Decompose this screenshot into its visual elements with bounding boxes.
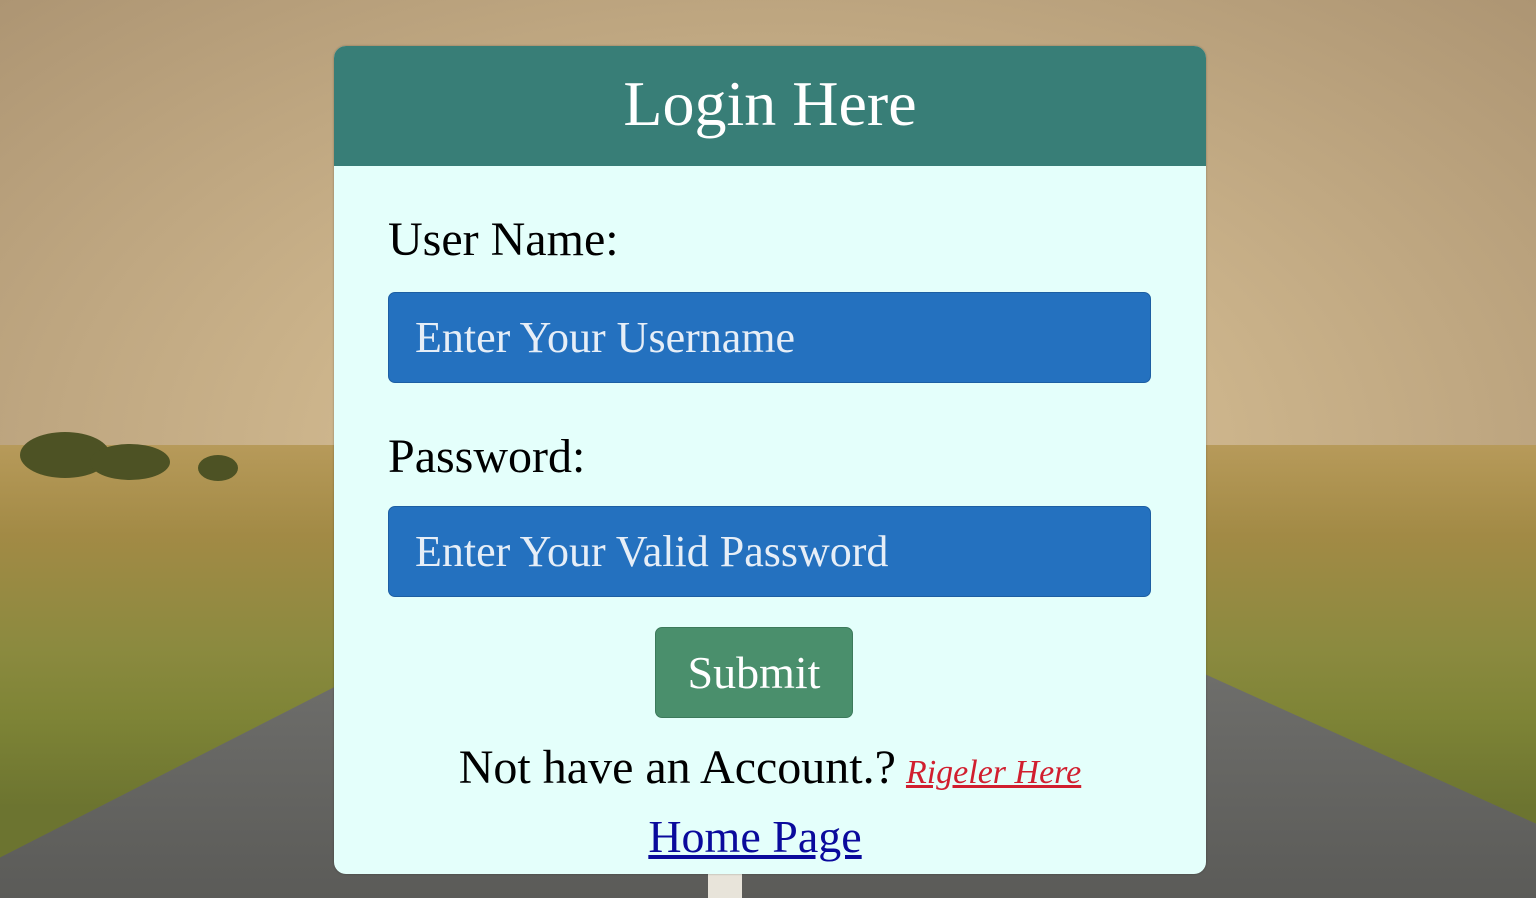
submit-button[interactable]: Submit xyxy=(655,627,853,718)
password-input[interactable] xyxy=(388,506,1151,597)
username-label: User Name: xyxy=(388,213,619,266)
road-marking xyxy=(708,872,742,898)
account-prompt-row: Not have an Account.? Rigeler Here xyxy=(334,740,1206,795)
register-link[interactable]: Rigeler Here xyxy=(906,754,1081,791)
login-header: Login Here xyxy=(334,46,1206,166)
username-input[interactable] xyxy=(388,292,1151,383)
home-page-link[interactable]: Home Page xyxy=(334,810,1176,863)
background-landscape: Login Here User Name: Password: Submit N… xyxy=(0,0,1536,898)
login-title: Login Here xyxy=(623,68,917,139)
account-prompt-text: Not have an Account.? xyxy=(458,741,896,794)
bush xyxy=(90,444,170,480)
login-card: Login Here User Name: Password: Submit N… xyxy=(334,46,1206,874)
bush xyxy=(198,455,238,481)
password-label: Password: xyxy=(388,430,586,483)
